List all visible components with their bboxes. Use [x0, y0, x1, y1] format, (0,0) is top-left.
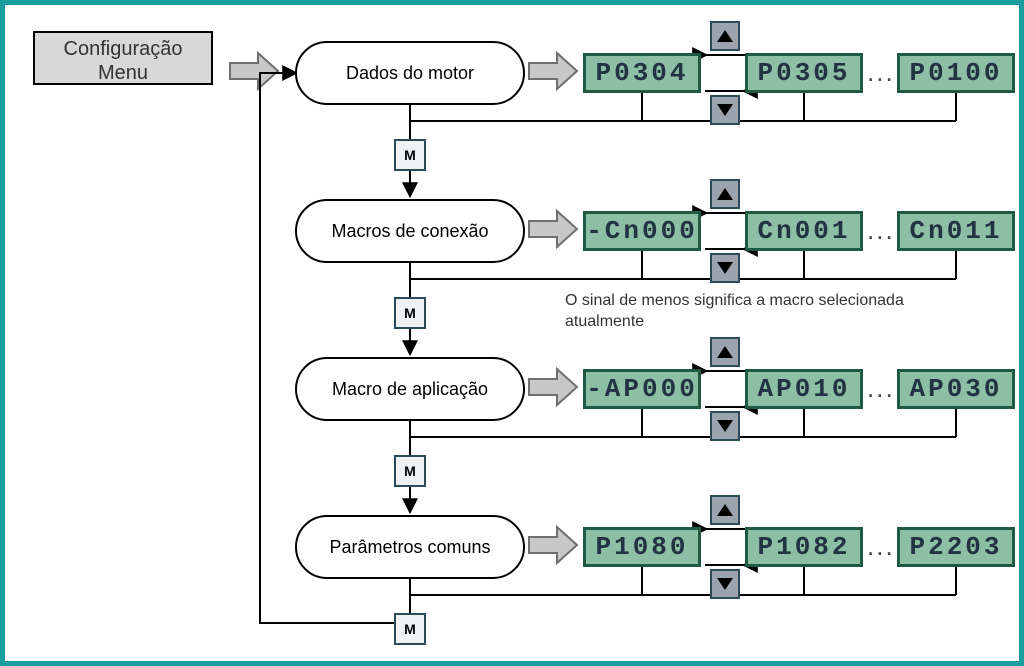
lcd-value: P1082 — [757, 532, 850, 562]
triangle-up-icon — [717, 346, 733, 358]
up-arrow-button[interactable] — [710, 495, 740, 525]
lcd-display: P1082 — [745, 527, 863, 567]
m-label: M — [404, 463, 416, 479]
lcd-display: AP010 — [745, 369, 863, 409]
config-line1: Configuração — [35, 37, 211, 61]
up-arrow-button[interactable] — [710, 21, 740, 51]
m-button[interactable]: M — [394, 297, 426, 329]
m-label: M — [404, 147, 416, 163]
lcd-display: -Cn000 — [583, 211, 701, 251]
lcd-value: AP010 — [757, 374, 850, 404]
m-button[interactable]: M — [394, 455, 426, 487]
m-label: M — [404, 621, 416, 637]
lcd-display: -AP000 — [583, 369, 701, 409]
diagram-canvas: Configuração Menu Dados do motor P0304 P… — [0, 0, 1024, 666]
step-common-parameters: Parâmetros comuns — [295, 515, 525, 579]
lcd-value: P0305 — [757, 58, 850, 88]
config-line2: Menu — [35, 61, 211, 85]
ellipsis: ... — [867, 373, 895, 404]
lcd-value: AP030 — [909, 374, 1002, 404]
down-arrow-button[interactable] — [710, 253, 740, 283]
step-motor-data: Dados do motor — [295, 41, 525, 105]
triangle-down-icon — [717, 420, 733, 432]
lcd-display: P0304 — [583, 53, 701, 93]
m-button[interactable]: M — [394, 139, 426, 171]
lcd-value: Cn001 — [757, 216, 850, 246]
triangle-down-icon — [717, 262, 733, 274]
step-label: Parâmetros comuns — [329, 537, 490, 558]
lcd-display: P0305 — [745, 53, 863, 93]
step-label: Macros de conexão — [331, 221, 488, 242]
lcd-value: P0304 — [595, 58, 688, 88]
lcd-display: AP030 — [897, 369, 1015, 409]
m-button[interactable]: M — [394, 613, 426, 645]
step-connection-macros: Macros de conexão — [295, 199, 525, 263]
step-application-macro: Macro de aplicação — [295, 357, 525, 421]
down-arrow-button[interactable] — [710, 411, 740, 441]
triangle-down-icon — [717, 104, 733, 116]
lcd-display: Cn001 — [745, 211, 863, 251]
down-arrow-button[interactable] — [710, 569, 740, 599]
lcd-value: P1080 — [595, 532, 688, 562]
triangle-up-icon — [717, 504, 733, 516]
lcd-value: P2203 — [909, 532, 1002, 562]
triangle-down-icon — [717, 578, 733, 590]
note-text: O sinal de menos significa a macro selec… — [565, 291, 945, 333]
down-arrow-button[interactable] — [710, 95, 740, 125]
lcd-value: -AP000 — [586, 374, 698, 404]
triangle-up-icon — [717, 30, 733, 42]
lcd-value: Cn011 — [909, 216, 1002, 246]
up-arrow-button[interactable] — [710, 179, 740, 209]
lcd-value: -Cn000 — [586, 216, 698, 246]
config-menu-box: Configuração Menu — [33, 31, 213, 85]
ellipsis: ... — [867, 57, 895, 88]
triangle-up-icon — [717, 188, 733, 200]
m-label: M — [404, 305, 416, 321]
step-label: Macro de aplicação — [332, 379, 488, 400]
step-label: Dados do motor — [346, 63, 474, 84]
lcd-display: P0100 — [897, 53, 1015, 93]
ellipsis: ... — [867, 531, 895, 562]
lcd-display: P2203 — [897, 527, 1015, 567]
lcd-value: P0100 — [909, 58, 1002, 88]
lcd-display: P1080 — [583, 527, 701, 567]
lcd-display: Cn011 — [897, 211, 1015, 251]
ellipsis: ... — [867, 215, 895, 246]
up-arrow-button[interactable] — [710, 337, 740, 367]
